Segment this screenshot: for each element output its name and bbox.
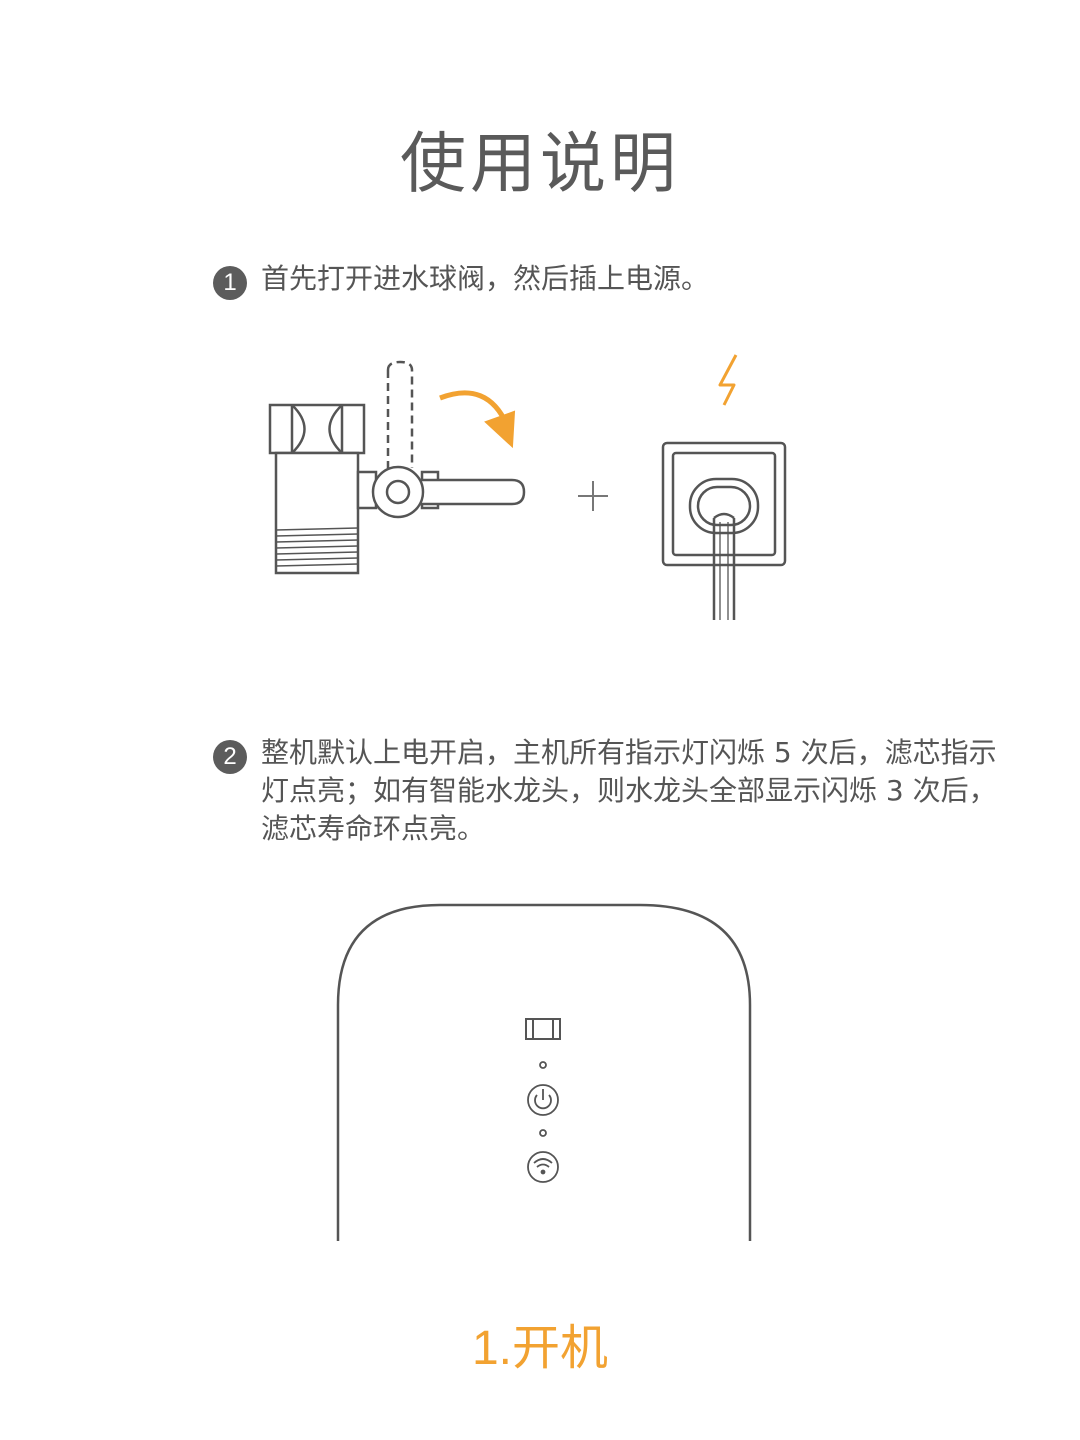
valve-and-socket-illustration — [262, 350, 802, 644]
step-number-badge: 1 — [213, 266, 247, 300]
ball-valve-icon — [268, 360, 526, 575]
plus-sign — [578, 481, 608, 511]
indicator-dot — [539, 1061, 547, 1069]
step-number-badge: 2 — [213, 740, 247, 774]
filter-indicator-icon — [525, 1018, 561, 1040]
power-icon — [527, 1084, 559, 1116]
lightning-icon — [718, 354, 738, 406]
page-title: 使用说明 — [400, 125, 680, 202]
step-text: 整机默认上电开启，主机所有指示灯闪烁 5 次后，滤芯指示灯点亮；如有智能水龙头，… — [261, 736, 997, 845]
device-outline — [336, 903, 752, 1241]
power-socket-icon — [661, 441, 787, 620]
wifi-icon — [527, 1151, 559, 1183]
device-front-illustration — [330, 895, 760, 1249]
step-caption: 1.开机 — [471, 1322, 609, 1375]
rotate-arrow-icon — [439, 390, 516, 449]
indicator-dot — [539, 1129, 547, 1137]
step-text: 首先打开进水球阀，然后插上电源。 — [261, 262, 710, 295]
